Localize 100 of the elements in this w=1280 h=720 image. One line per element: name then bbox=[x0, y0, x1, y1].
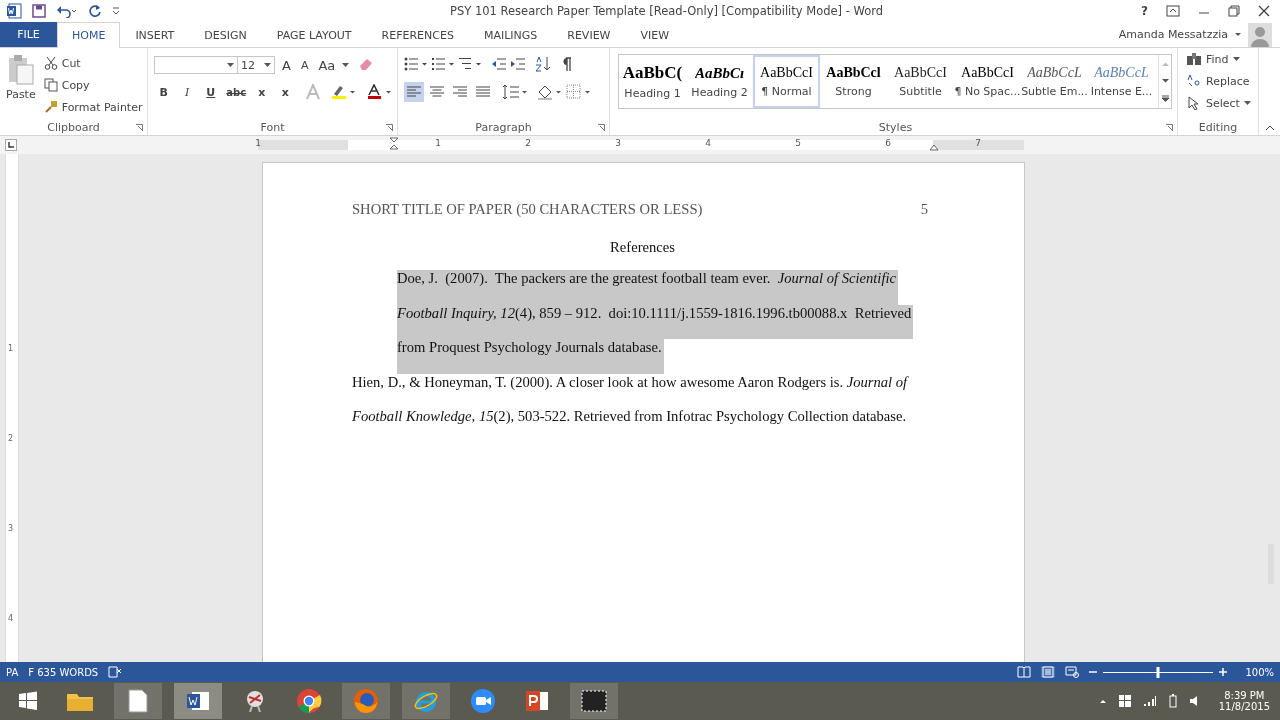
grow-font-button[interactable]: A bbox=[279, 57, 294, 73]
style-item[interactable]: AaBbCcL Subtle Em... bbox=[1021, 55, 1088, 108]
windows-icon[interactable] bbox=[1118, 695, 1131, 707]
video-call-icon[interactable] bbox=[470, 688, 496, 714]
clipboard-button[interactable]: Cut bbox=[43, 54, 143, 72]
help-button[interactable]: ? bbox=[1141, 4, 1148, 18]
shrink-font-button[interactable]: A bbox=[297, 58, 312, 72]
format-button[interactable]: U bbox=[201, 85, 221, 99]
file-tab[interactable]: FILE bbox=[0, 22, 57, 47]
web-layout-icon[interactable] bbox=[1065, 666, 1080, 678]
restore-icon[interactable] bbox=[1228, 5, 1240, 17]
font-color-icon[interactable] bbox=[367, 84, 393, 100]
user-name[interactable]: Amanda Messatzzia bbox=[1118, 28, 1234, 41]
show-hidden-icons-icon[interactable] bbox=[1098, 698, 1107, 704]
window-title: PSY 101 Research Paper Template [Read-Only] [Compatibility Mode] - Word bbox=[450, 4, 884, 18]
reference-text: Doe, J. (2007). The packers are the greatest football team ever. Journal of Scientific bbox=[397, 270, 898, 305]
style-item[interactable]: AaBbCcI ¶ No Spac... bbox=[954, 55, 1021, 108]
font-name-field[interactable] bbox=[154, 56, 238, 74]
scroll-down-icon[interactable] bbox=[1160, 78, 1170, 84]
print-layout-icon[interactable] bbox=[1041, 666, 1056, 678]
format-button[interactable]: I bbox=[177, 85, 198, 99]
ribbon-tab[interactable]: REVIEW bbox=[552, 22, 626, 47]
ribbon-tab[interactable]: DESIGN bbox=[189, 22, 262, 47]
zoom-in-icon[interactable] bbox=[1219, 668, 1228, 676]
ribbon-tab[interactable]: INSERT bbox=[120, 22, 190, 47]
zoom-out-icon[interactable] bbox=[1089, 668, 1098, 676]
proofing-icon[interactable] bbox=[108, 666, 123, 678]
editing-button[interactable]: Find bbox=[1186, 50, 1254, 68]
style-item[interactable]: AaBbCcI ¶ Normal bbox=[753, 55, 820, 108]
firefox-icon[interactable] bbox=[353, 688, 379, 714]
ribbon-tab[interactable]: REFERENCES bbox=[366, 22, 469, 47]
more-icon[interactable] bbox=[1160, 95, 1170, 103]
word-icon[interactable] bbox=[186, 690, 210, 712]
dialog-launcher-icon[interactable] bbox=[386, 124, 393, 131]
snipping-icon[interactable] bbox=[581, 690, 607, 712]
ruler-number: 1 bbox=[435, 138, 441, 148]
ribbon-tab[interactable]: VIEW bbox=[625, 22, 685, 47]
dialog-launcher-icon[interactable] bbox=[136, 124, 143, 131]
format-button[interactable]: x bbox=[251, 85, 272, 99]
signal-icon[interactable] bbox=[1142, 695, 1157, 707]
ruler-number: 3 bbox=[615, 138, 621, 148]
numbering-icon[interactable] bbox=[431, 56, 455, 72]
redo-icon[interactable] bbox=[88, 4, 102, 18]
increase-indent-icon[interactable] bbox=[510, 57, 526, 71]
indent-marker-icon[interactable] bbox=[929, 144, 939, 152]
ribbon-tab[interactable]: PAGE LAYOUT bbox=[261, 22, 367, 47]
format-button[interactable]: abc bbox=[224, 86, 248, 98]
format-button[interactable]: x bbox=[275, 85, 295, 99]
caret-icon[interactable] bbox=[264, 62, 271, 68]
dropdown-icon[interactable] bbox=[342, 62, 350, 68]
group-label: Styles bbox=[878, 120, 913, 134]
group-label: Font bbox=[260, 120, 285, 134]
document-icon[interactable] bbox=[128, 689, 148, 713]
style-item[interactable]: AaBbCcL Intense E... bbox=[1088, 55, 1155, 108]
avatar-icon[interactable] bbox=[1248, 22, 1272, 47]
indent-marker-icon[interactable] bbox=[389, 137, 399, 151]
group-label: Clipboard bbox=[47, 120, 100, 134]
battery-icon[interactable] bbox=[1168, 694, 1177, 708]
line-spacing-icon[interactable] bbox=[502, 84, 528, 100]
collapse-ribbon-icon[interactable] bbox=[1264, 125, 1275, 131]
customize-icon[interactable] bbox=[112, 7, 120, 15]
tab-selector-icon[interactable] bbox=[5, 139, 17, 151]
clipboard-button[interactable]: Copy bbox=[43, 76, 143, 94]
clock-date[interactable]: 11/8/2015 bbox=[1218, 701, 1270, 712]
dialog-launcher-icon[interactable] bbox=[598, 124, 605, 131]
font-size-field[interactable]: 12 bbox=[237, 56, 275, 74]
decrease-indent-icon[interactable] bbox=[491, 57, 507, 71]
caret-icon[interactable] bbox=[227, 62, 234, 68]
close-icon[interactable] bbox=[1258, 5, 1270, 17]
word-logo-icon[interactable] bbox=[6, 3, 22, 19]
pilcrow-icon[interactable] bbox=[560, 57, 572, 71]
bullets-icon[interactable] bbox=[404, 56, 428, 72]
format-button[interactable]: B bbox=[154, 85, 174, 99]
chrome-icon[interactable] bbox=[296, 688, 322, 714]
ribbon-tab[interactable]: MAILINGS bbox=[468, 22, 553, 47]
reference-text: from Proquest Psychology Journals database. bbox=[397, 339, 664, 374]
editing-button[interactable]: Select bbox=[1186, 94, 1254, 112]
editing-button[interactable]: Replace bbox=[1186, 72, 1254, 90]
read-mode-icon[interactable] bbox=[1017, 666, 1032, 678]
style-item[interactable]: AaBbCcl Strong bbox=[820, 55, 887, 108]
style-item[interactable]: AaBbCcI Subtitle bbox=[887, 55, 954, 108]
zoom-level[interactable]: 100% bbox=[1245, 666, 1274, 678]
dialog-launcher-icon[interactable] bbox=[1166, 124, 1173, 131]
save-icon[interactable] bbox=[32, 4, 46, 18]
start-icon[interactable] bbox=[18, 691, 38, 711]
dropdown-icon[interactable] bbox=[1234, 31, 1242, 38]
paste-button[interactable]: Paste bbox=[4, 52, 38, 119]
clipboard-button[interactable]: Format Painter bbox=[43, 98, 143, 116]
clock-time[interactable]: 8:39 PM bbox=[1224, 690, 1265, 701]
ribbon-tab[interactable]: HOME bbox=[57, 22, 121, 48]
ribbon-display-icon[interactable] bbox=[1166, 5, 1180, 17]
sort-icon[interactable] bbox=[535, 56, 551, 72]
powerpoint-icon[interactable] bbox=[524, 689, 550, 713]
undo-icon[interactable] bbox=[56, 4, 78, 18]
highlighter-icon[interactable] bbox=[331, 84, 357, 100]
style-item[interactable]: AaBbCı Heading 2 bbox=[686, 55, 753, 108]
style-item[interactable]: AaBbC( Heading 1 bbox=[619, 55, 686, 108]
shading-icon[interactable] bbox=[537, 84, 563, 100]
change-case-button[interactable]: Aa bbox=[315, 57, 339, 73]
multilevel-list-icon[interactable] bbox=[458, 56, 482, 72]
